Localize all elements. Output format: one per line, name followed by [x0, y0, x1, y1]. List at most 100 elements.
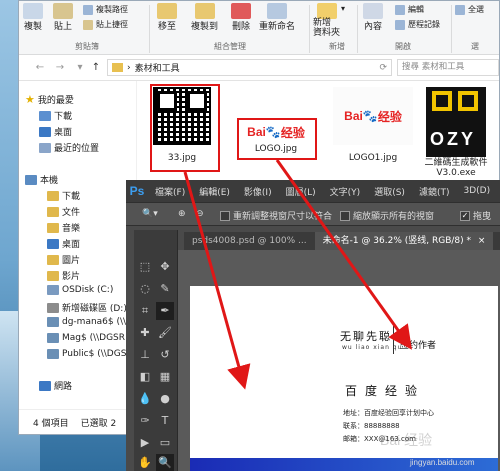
recent-places-icon	[39, 142, 51, 153]
new-item-dropdown[interactable]: ▾	[341, 4, 345, 13]
nav-pc-item[interactable]: 影片	[47, 269, 80, 282]
lasso-tool-icon[interactable]: ◌	[136, 280, 154, 298]
nav-osdisk[interactable]: OSDisk (C:)	[47, 285, 113, 295]
nav-pc-item[interactable]: 桌面	[47, 237, 80, 250]
paste-shortcut-button[interactable]: 貼上捷徑	[83, 19, 128, 30]
group-clipboard-label: 剪貼簿	[75, 42, 99, 51]
up-arrow-icon[interactable]: ↑	[89, 61, 103, 75]
gradient-tool-icon[interactable]: ▦	[156, 368, 174, 386]
nav-recent[interactable]: 最近的位置	[39, 141, 99, 154]
group-open-label: 開啟	[395, 42, 411, 51]
edit-button[interactable]: 編輯	[395, 4, 424, 15]
blur-tool-icon[interactable]: 💧	[136, 390, 154, 408]
nav-network[interactable]: 網路	[39, 379, 72, 392]
menu-item[interactable]: 檔案(F)	[148, 185, 192, 198]
copy-path-button[interactable]: 複製路徑	[83, 4, 128, 15]
card-company: 百度经验	[345, 384, 426, 398]
recent-dropdown-icon[interactable]: ▾	[73, 61, 87, 75]
app-icon-square	[458, 91, 478, 111]
ribbon-divider	[309, 5, 310, 53]
zoom-tool-icon[interactable]: 🔍▾	[142, 209, 158, 219]
star-icon: ★	[25, 93, 35, 106]
heal-tool-icon[interactable]: ✚	[136, 324, 154, 342]
file-name: LOGO1.jpg	[348, 153, 398, 163]
nav-network-drive[interactable]: dg-mana6$ (\\	[47, 317, 126, 327]
card-name: 无聊先聪	[340, 330, 392, 343]
document-tab[interactable]: psds4008.psd @ 100% ...	[184, 232, 315, 250]
history-brush-icon[interactable]: ↺	[156, 346, 174, 364]
properties-button[interactable]: 內容	[363, 3, 383, 32]
nav-network-drive[interactable]: Public$ (\\DGSR	[47, 349, 133, 359]
refresh-icon[interactable]: ⟳	[379, 63, 391, 73]
back-arrow-icon[interactable]: ←	[33, 61, 47, 75]
delete-button[interactable]: 刪除	[231, 3, 251, 32]
ps-options-bar: 🔍▾ ⊕ ⊖ 重新調整視窗尺寸以符合 縮放顯示所有的視窗 ✓ 拖曳	[126, 202, 500, 226]
hand-tool-icon[interactable]: ✋	[136, 454, 154, 471]
qr-generator-app-icon: OZY	[426, 87, 486, 157]
stamp-tool-icon[interactable]: ⊥	[136, 346, 154, 364]
business-card-canvas[interactable]: 无聊先聪 wu liao xian qu 签约作者 百度经验 地址：百度经验回享…	[190, 286, 498, 458]
pen-tool-icon[interactable]: ✑	[136, 412, 154, 430]
type-tool-icon[interactable]: T	[156, 412, 174, 430]
nav-network-drive[interactable]: Mag$ (\\DGSR	[47, 333, 125, 343]
brush-tool-icon[interactable]: 🖌	[156, 324, 174, 342]
crop-tool-icon[interactable]: ⌗	[136, 302, 154, 320]
file-item[interactable]: OZY 二維碼生成軟件 V3.0.exe	[421, 87, 491, 179]
zoom-tool-icon[interactable]: 🔍	[156, 454, 174, 471]
app-icon-letters: OZY	[430, 129, 477, 149]
move-tool-icon[interactable]: ✥	[156, 258, 174, 276]
download-folder-icon	[39, 110, 51, 121]
nav-pc-item[interactable]: 圖片	[47, 253, 80, 266]
menu-item[interactable]: 影像(I)	[237, 185, 279, 198]
eraser-tool-icon[interactable]: ◧	[136, 368, 154, 386]
highlight-box	[150, 84, 220, 172]
marquee-tool-icon[interactable]: ⬚	[136, 258, 154, 276]
paste-button[interactable]: 貼上	[53, 3, 73, 32]
nav-downloads[interactable]: 下載	[39, 109, 72, 122]
zoom-all-windows-checkbox[interactable]: 縮放顯示所有的視窗	[340, 209, 434, 222]
app-icon-square	[432, 91, 452, 111]
history-button[interactable]: 歷程記錄	[395, 19, 440, 30]
select-all-button[interactable]: 全選	[455, 4, 484, 15]
shape-tool-icon[interactable]: ▭	[156, 434, 174, 452]
nav-this-pc[interactable]: 本機	[25, 173, 58, 186]
nav-favorites[interactable]: ★ 我的最愛	[25, 93, 74, 106]
menu-item[interactable]: 文字(Y)	[323, 185, 368, 198]
menu-item[interactable]: 濾鏡(T)	[412, 185, 457, 198]
nav-pc-item[interactable]: 下載	[47, 189, 80, 202]
delete-icon	[231, 3, 251, 19]
address-bar-row: ← → ▾ ↑ › 素材和工具 ⟳ 搜尋 素材和工具	[19, 55, 499, 81]
resize-windows-checkbox[interactable]: 重新調整視窗尺寸以符合	[220, 209, 332, 222]
close-icon[interactable]: ×	[478, 236, 486, 246]
rename-button[interactable]: 重新命名	[259, 3, 295, 32]
new-folder-button[interactable]: 新增 資料夾	[313, 3, 340, 39]
nav-new-volume[interactable]: 新增磁碟區 (D:)	[47, 301, 127, 314]
nav-desktop[interactable]: 桌面	[39, 125, 72, 138]
checkbox-checked: ✓	[460, 210, 470, 221]
copy-to-button[interactable]: 複製到	[191, 3, 218, 32]
card-address: 地址：百度经验回享计划中心	[343, 409, 434, 417]
zoom-out-icon[interactable]: ⊖	[196, 209, 204, 219]
document-tab-active[interactable]: 未命名-1 @ 36.2% (竖线, RGB/8) * ×	[314, 232, 494, 250]
nav-pc-item[interactable]: 音樂	[47, 221, 80, 234]
eyedropper-icon[interactable]: ✒	[156, 302, 174, 320]
more-tabs-icon[interactable]: »	[493, 232, 500, 250]
dodge-tool-icon[interactable]: ●	[156, 390, 174, 408]
nav-pc-item[interactable]: 文件	[47, 205, 80, 218]
search-input[interactable]: 搜尋 素材和工具	[397, 59, 499, 76]
file-item[interactable]: Bai 🐾 经验 LOGO1.jpg	[333, 87, 413, 163]
address-field[interactable]: › 素材和工具 ⟳	[107, 59, 392, 76]
scrubby-zoom-checkbox[interactable]: ✓ 拖曳	[460, 209, 491, 222]
forward-arrow-icon[interactable]: →	[53, 61, 67, 75]
zoom-in-icon[interactable]: ⊕	[178, 209, 186, 219]
path-select-icon[interactable]: ▶	[136, 434, 154, 452]
menu-item[interactable]: 選取(S)	[367, 185, 412, 198]
quick-select-icon[interactable]: ✎	[156, 280, 174, 298]
menu-item[interactable]: 3D(D)	[456, 186, 497, 196]
menu-item[interactable]: 編輯(E)	[192, 185, 237, 198]
copy-button[interactable]: 複製	[23, 3, 43, 32]
menu-item[interactable]: 圖層(L)	[279, 185, 323, 198]
ribbon-divider	[357, 5, 358, 53]
move-to-button[interactable]: 移至	[157, 3, 177, 32]
network-drive-icon	[47, 333, 59, 343]
